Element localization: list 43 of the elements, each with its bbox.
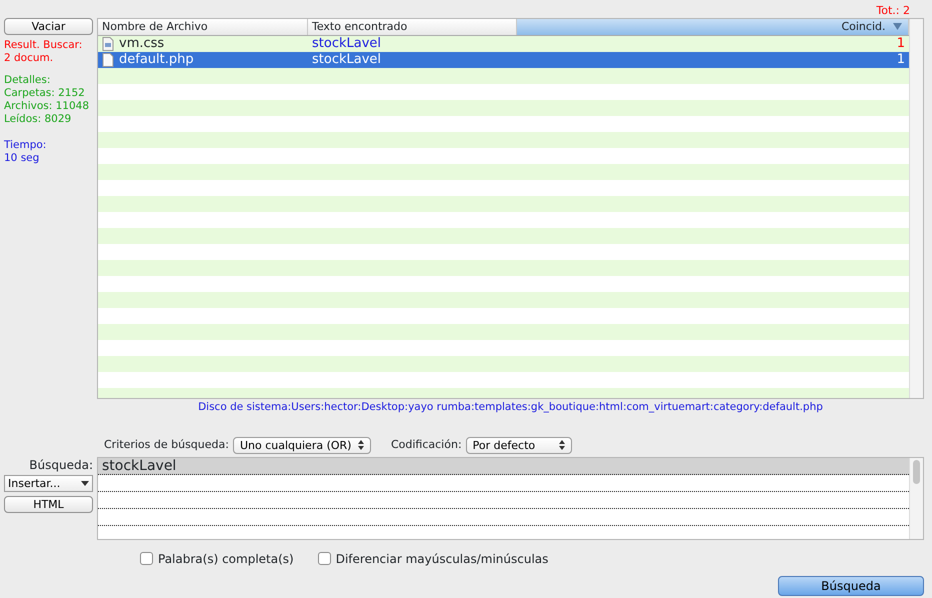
field-label: Búsqueda: — [28, 456, 93, 474]
search-term: stockLavel — [102, 458, 176, 474]
search-button[interactable]: Búsqueda — [778, 576, 924, 596]
clear-button[interactable]: Vaciar — [4, 18, 93, 35]
total-count: Tot.: 2 — [876, 4, 910, 17]
details-text: Leídos: 8029 — [4, 113, 72, 126]
column-header[interactable]: Nombre de Archivo — [98, 19, 308, 35]
scrollbar[interactable] — [909, 19, 923, 398]
insert-dropdown[interactable]: Insertar... — [4, 474, 93, 492]
stepper-arrows-icon — [558, 440, 565, 450]
checkbox[interactable] — [318, 552, 331, 565]
file-icon — [102, 37, 114, 51]
caret-icon — [81, 480, 89, 486]
checkbox-option[interactable]: Diferenciar mayúsculas/minúsculas — [318, 550, 548, 568]
scrollbar[interactable] — [909, 458, 923, 539]
file-icon — [102, 53, 114, 67]
time-text: 10 seg — [4, 152, 40, 165]
details-text: Detalles: — [4, 74, 52, 87]
column-header[interactable]: Coincid. — [517, 19, 909, 35]
result-text: 2 docum. — [4, 52, 54, 65]
file-name: vm.css — [119, 36, 164, 52]
field-label: Codificación: — [390, 437, 462, 453]
select-field[interactable]: Por defecto — [466, 436, 572, 454]
html-button[interactable]: HTML — [4, 496, 93, 513]
stepper-arrows-icon — [358, 440, 364, 450]
sort-arrow-icon — [893, 23, 902, 30]
table-row[interactable]: default.php stockLavel 1 — [98, 52, 909, 68]
checkbox-option[interactable]: Palabra(s) completa(s) — [140, 550, 294, 568]
field-label: Criterios de búsqueda: — [104, 437, 229, 453]
details-text: Carpetas: 2152 — [4, 87, 86, 100]
select-field[interactable]: Uno cualquiera (OR) — [232, 436, 371, 454]
result-text: Result. Buscar: — [4, 39, 84, 52]
file-path: Disco de sistema:Users:hector:Desktop:yayo rumba:templates:gk_boutique:html:com_virtuemart:category:default.php — [198, 401, 823, 413]
found-text: stockLavel — [311, 52, 382, 68]
checkbox[interactable] — [140, 552, 153, 565]
match-count: 1 — [896, 36, 906, 52]
search-text-area[interactable]: stockLavel — [97, 456, 924, 540]
found-text: stockLavel — [311, 36, 382, 52]
time-text: Tiempo: — [4, 139, 48, 152]
table-row[interactable]: vm.css stockLavel 1 — [98, 36, 909, 52]
details-text: Archivos: 11048 — [4, 100, 90, 113]
match-count: 1 — [896, 52, 906, 68]
file-name: default.php — [119, 52, 194, 68]
